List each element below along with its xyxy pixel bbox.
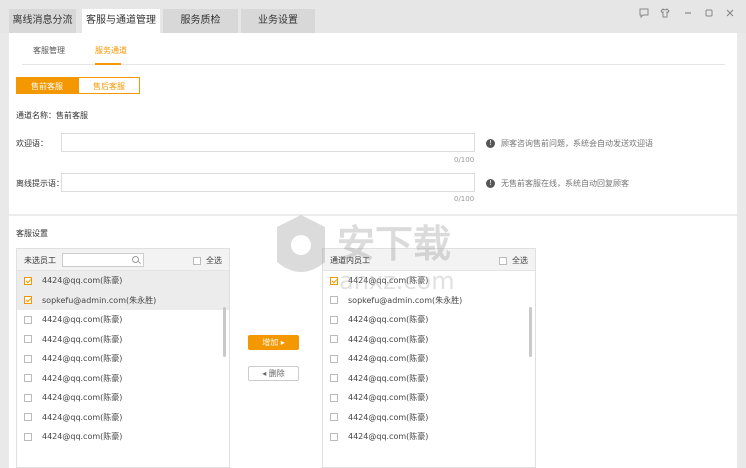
tab-offline-message[interactable]: 离线消息分流	[9, 9, 76, 33]
watermark: 安下载 anxz.com	[267, 207, 477, 307]
welcome-hint: ! 顾客咨询售前问题，系统会自动发送欢迎语	[486, 138, 653, 149]
row-checkbox[interactable]	[24, 354, 32, 363]
comment-icon[interactable]	[638, 8, 650, 20]
list-item[interactable]: 4424@qq.com(陈豪)	[17, 388, 229, 408]
list-item[interactable]: 4424@qq.com(陈豪)	[17, 408, 229, 428]
row-label: 4424@qq.com(陈豪)	[42, 315, 123, 324]
row-checkbox[interactable]	[24, 296, 32, 304]
row-label: 4424@qq.com(陈豪)	[42, 373, 123, 383]
welcome-hint-text: 顾客咨询售前问题，系统会自动发送欢迎语	[501, 139, 653, 148]
staff-settings-title: 客服设置	[16, 229, 48, 238]
watermark-logo-icon: 安下载 anxz.com	[277, 215, 455, 295]
search-input[interactable]	[62, 253, 144, 267]
row-checkbox[interactable]	[330, 354, 338, 363]
row-label: 4424@qq.com(陈豪)	[42, 276, 123, 285]
select-all-left[interactable]: 全选	[193, 255, 222, 266]
row-checkbox[interactable]	[330, 335, 338, 343]
row-checkbox[interactable]	[330, 374, 338, 382]
row-checkbox[interactable]	[330, 432, 338, 441]
subtab-active-indicator	[95, 63, 121, 65]
select-all-checkbox[interactable]	[193, 256, 201, 265]
search-icon[interactable]	[132, 256, 139, 263]
staff-rows: 4424@qq.com(陈豪) sopkefu@admin.com(朱永胜) 442…	[17, 271, 229, 447]
list-item[interactable]: sopkefu@admin.com(朱永胜)	[17, 290, 229, 310]
subtab-divider	[22, 64, 725, 65]
welcome-label: 欢迎语：	[16, 139, 48, 148]
select-all-label: 全选	[512, 256, 528, 265]
row-label: 4424@qq.com(陈豪)	[42, 354, 123, 363]
row-checkbox[interactable]	[330, 393, 338, 402]
tab-business-settings[interactable]: 业务设置	[241, 9, 315, 33]
maximize-icon[interactable]	[703, 8, 715, 20]
info-icon: !	[486, 179, 495, 188]
list-item[interactable]: 4424@qq.com(陈豪)	[17, 310, 229, 330]
main-panel: 客服管理 服务通道 售前客服 售后客服 通道名称：售前客服 欢迎语： 0/100…	[9, 33, 737, 468]
tab-service-channel[interactable]: 客服与通道管理	[82, 9, 160, 33]
minimize-icon[interactable]	[682, 8, 694, 20]
row-checkbox[interactable]	[24, 374, 32, 382]
top-tab-bar: 离线消息分流 客服与通道管理 服务质检 业务设置	[0, 0, 746, 33]
row-checkbox[interactable]	[24, 413, 32, 421]
list-item[interactable]: 4424@qq.com(陈豪)	[17, 369, 229, 389]
select-all-label: 全选	[206, 256, 222, 265]
row-label: 4424@qq.com(陈豪)	[348, 354, 429, 363]
list-item[interactable]: 4424@qq.com(陈豪)	[17, 427, 229, 447]
row-checkbox[interactable]	[24, 432, 32, 441]
offline-label: 离线提示语：	[16, 179, 64, 188]
remove-button[interactable]: ◂ 删除	[248, 366, 299, 381]
list-item[interactable]: 4424@qq.com(陈豪)	[323, 310, 535, 330]
row-checkbox[interactable]	[330, 315, 338, 324]
list-title: 未选员工	[24, 256, 56, 265]
row-label: 4424@qq.com(陈豪)	[42, 334, 123, 344]
list-item[interactable]: 4424@qq.com(陈豪)	[17, 349, 229, 369]
info-icon: !	[486, 139, 495, 148]
offline-input[interactable]	[61, 173, 475, 192]
row-label: 4424@qq.com(陈豪)	[348, 373, 429, 383]
welcome-counter: 0/100	[454, 156, 475, 164]
row-label: 4424@qq.com(陈豪)	[348, 334, 429, 344]
row-checkbox[interactable]	[24, 315, 32, 324]
row-checkbox[interactable]	[24, 276, 32, 285]
row-label: 4424@qq.com(陈豪)	[348, 432, 429, 441]
row-label: 4424@qq.com(陈豪)	[348, 412, 429, 422]
list-item[interactable]: 4424@qq.com(陈豪)	[17, 330, 229, 350]
welcome-input[interactable]	[61, 133, 475, 152]
list-item[interactable]: 4424@qq.com(陈豪)	[323, 388, 535, 408]
row-label: 4424@qq.com(陈豪)	[348, 315, 429, 324]
row-checkbox[interactable]	[330, 413, 338, 421]
row-label: 4424@qq.com(陈豪)	[348, 393, 429, 402]
watermark-text: 安下载	[337, 222, 451, 266]
scrollbar[interactable]	[529, 307, 532, 357]
select-all-right[interactable]: 全选	[499, 255, 528, 266]
list-item[interactable]: 4424@qq.com(陈豪)	[17, 271, 229, 291]
row-label: 4424@qq.com(陈豪)	[42, 432, 123, 441]
offline-hint-text: 无售前客服在线，系统自动回复顾客	[501, 179, 629, 188]
add-button[interactable]: 增加 ▸	[248, 335, 299, 350]
list-item[interactable]: 4424@qq.com(陈豪)	[323, 408, 535, 428]
row-label: 4424@qq.com(陈豪)	[42, 412, 123, 422]
select-all-checkbox[interactable]	[499, 256, 507, 265]
offline-hint: ! 无售前客服在线，系统自动回复顾客	[486, 178, 629, 189]
offline-counter: 0/100	[454, 195, 475, 203]
list-item[interactable]: 4424@qq.com(陈豪)	[323, 427, 535, 447]
shirt-icon[interactable]	[659, 8, 671, 20]
unselected-staff-list: 未选员工 全选 4424@qq.com(陈豪) sopkefu@admin.com…	[16, 248, 230, 468]
row-checkbox[interactable]	[24, 393, 32, 402]
list-item[interactable]: 4424@qq.com(陈豪)	[323, 369, 535, 389]
row-label: sopkefu@admin.com(朱永胜)	[42, 295, 157, 305]
channel-name: 通道名称：售前客服	[16, 111, 88, 120]
segment-aftersales[interactable]: 售后客服	[78, 77, 140, 94]
tab-quality-check[interactable]: 服务质检	[163, 9, 238, 33]
close-icon[interactable]	[724, 8, 736, 20]
segment-presales[interactable]: 售前客服	[16, 77, 78, 94]
list-header: 未选员工 全选	[17, 249, 229, 271]
watermark-subtext: anxz.com	[339, 267, 455, 295]
row-label: 4424@qq.com(陈豪)	[42, 393, 123, 402]
list-item[interactable]: 4424@qq.com(陈豪)	[323, 330, 535, 350]
subtab-staff-management[interactable]: 客服管理	[33, 45, 65, 56]
list-item[interactable]: 4424@qq.com(陈豪)	[323, 349, 535, 369]
row-checkbox[interactable]	[24, 335, 32, 343]
scrollbar[interactable]	[223, 307, 226, 357]
subtab-service-channel[interactable]: 服务通道	[95, 45, 127, 56]
